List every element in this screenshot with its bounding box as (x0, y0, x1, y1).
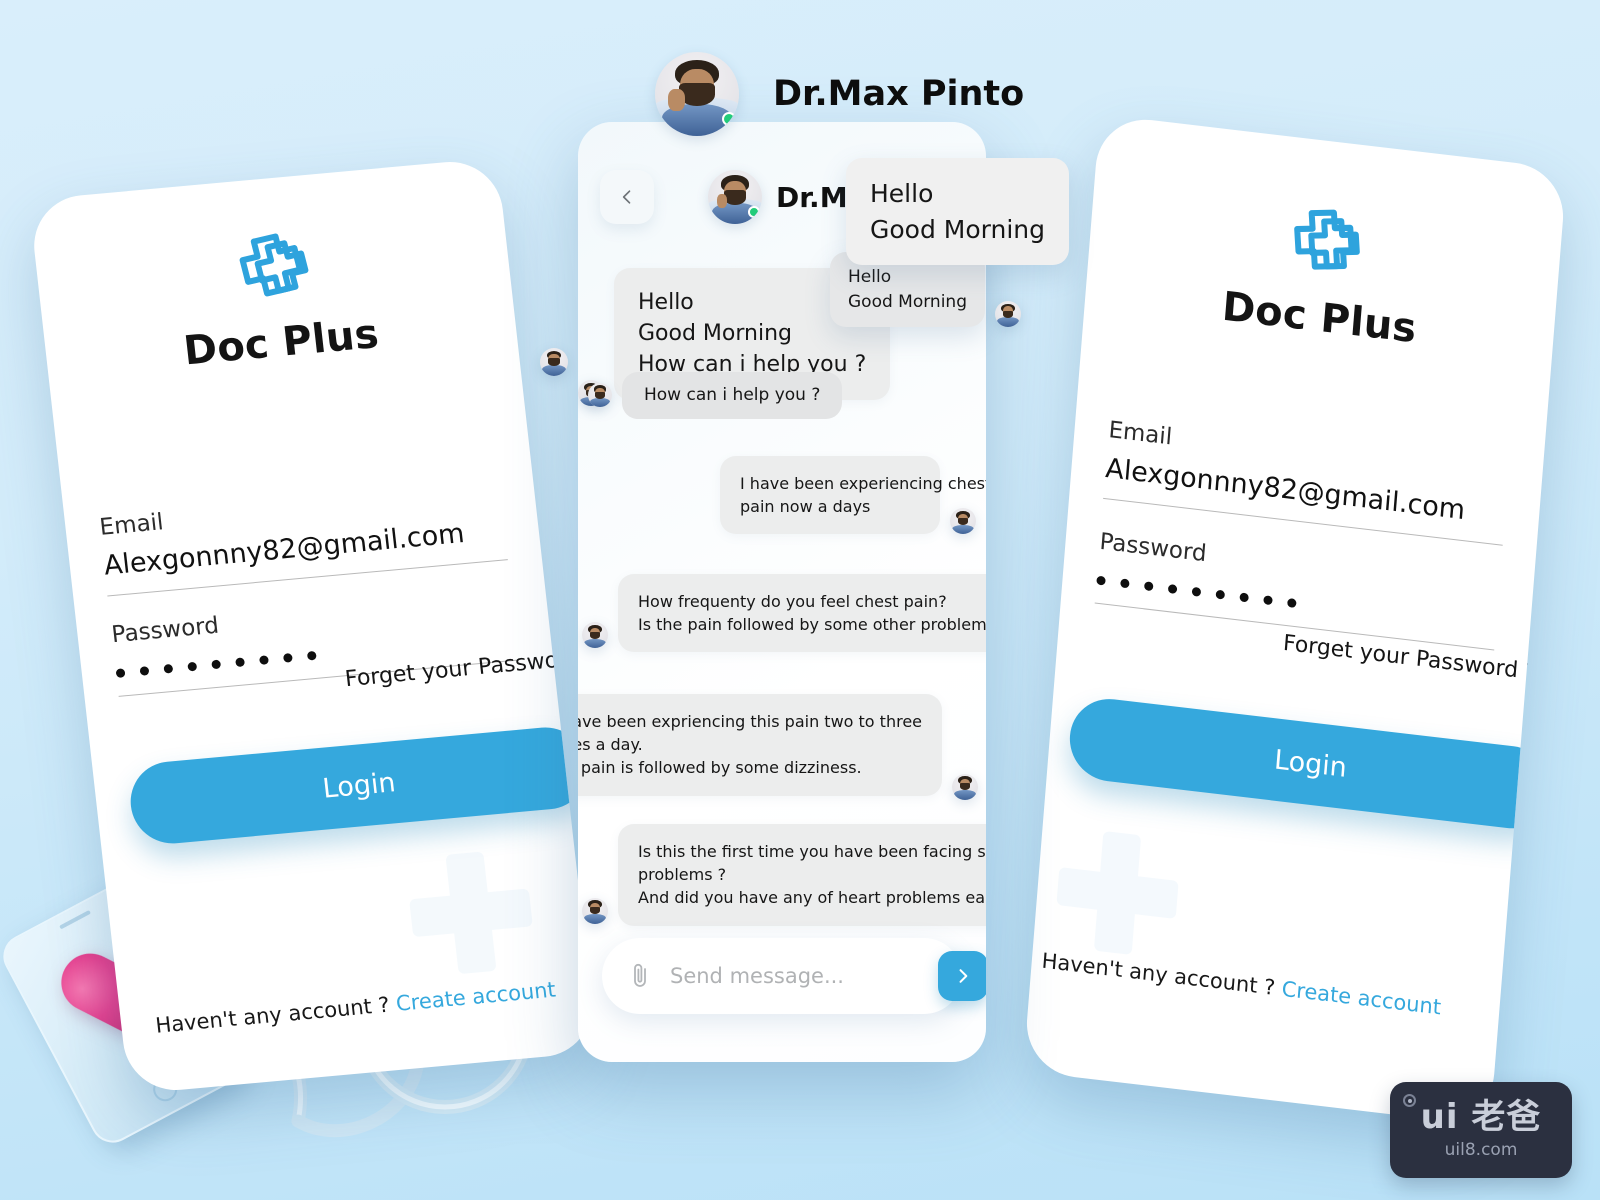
back-button[interactable] (600, 170, 654, 224)
signup-row: Haven't any account ? Create account (154, 974, 591, 1037)
message-line: How can i help you ? (644, 385, 821, 405)
floating-contact-name: Dr.Max Pinto (773, 74, 1025, 114)
doctor-avatar-small (540, 348, 568, 376)
email-field-group[interactable]: Email Alexgonnny82@gmail.com (1103, 417, 1509, 546)
signup-row: Haven't any account ? Create account (1041, 949, 1500, 1027)
login-screen-left: Doc Plus Email Alexgonnny82@gmail.com Pa… (28, 157, 598, 1095)
doctor-avatar-small (582, 897, 608, 924)
message-line: Good Morning (870, 214, 1045, 244)
brand-logo-block-right: Doc Plus (1084, 172, 1562, 368)
create-account-link[interactable]: Create account (395, 977, 557, 1015)
watermark-title: ui 老爸 (1420, 1097, 1542, 1137)
message-row: I have been experiencing chest pain now … (720, 456, 986, 535)
message-row: Is this the first time you have been fac… (582, 824, 986, 926)
patient-avatar-small (950, 508, 976, 535)
paperclip-icon[interactable] (628, 962, 652, 990)
message-line: pain now a days (740, 497, 871, 517)
message-line: The pain is followed by some dizziness. (578, 758, 862, 778)
message-line: times a day. (578, 735, 643, 755)
message-input[interactable] (670, 964, 938, 988)
message-list[interactable]: Hello Good Morning How can i help you ? … (578, 242, 986, 950)
overlay-bubble-help-small: How can i help you ? (588, 372, 843, 419)
message-row: How frequenty do you feel chest pain? Is… (582, 574, 986, 653)
message-line: How frequenty do you feel chest pain? (638, 592, 947, 611)
message-line: Is this the first time you have been fac… (638, 842, 986, 861)
login-button[interactable]: Login (126, 723, 592, 847)
message-line: Hello (870, 179, 934, 208)
watermark-url: uil8.com (1444, 1140, 1518, 1160)
online-status-dot (721, 111, 736, 126)
message-bubble: I have been experiencing chest pain now … (720, 456, 986, 535)
patient-avatar-small (952, 773, 978, 800)
message-line: It have been expriencing this pain two t… (578, 712, 922, 731)
create-account-link[interactable]: Create account (1281, 977, 1442, 1020)
message-line: Good Morning (848, 291, 967, 312)
signup-prompt: Haven't any account ? (154, 992, 391, 1038)
cross-watermark (404, 848, 537, 978)
message-line: I have been experiencing chest (740, 474, 986, 493)
brand-logo-block: Doc Plus (34, 203, 518, 387)
floating-chat-header: Dr.Max Pinto (655, 52, 1024, 136)
message-bubble: Is this the first time you have been fac… (618, 824, 986, 926)
send-button[interactable] (938, 951, 986, 1001)
message-line: problems ? (638, 865, 727, 885)
watermark-dot-icon (1403, 1094, 1416, 1107)
online-status-dot (747, 205, 760, 218)
doctor-avatar-large[interactable] (655, 52, 739, 136)
message-line: Is the pain followed by some other probl… (638, 615, 986, 635)
message-bubble: It have been expriencing this pain two t… (578, 694, 942, 796)
login-button[interactable]: Login (1066, 694, 1555, 833)
login-screen-right: Doc Plus Email Alexgonnny82@gmail.com Pa… (1022, 114, 1568, 1126)
chevron-right-icon (959, 969, 968, 983)
patient-avatar-small (995, 301, 1021, 328)
brand-name: Doc Plus (1220, 283, 1419, 353)
message-row: It have been expriencing this pain two t… (578, 694, 978, 800)
email-field-group[interactable]: Email Alexgonnny82@gmail.com (98, 479, 508, 597)
brand-name: Doc Plus (181, 311, 382, 375)
chevron-left-icon (622, 190, 631, 204)
message-bubble: How frequenty do you feel chest pain? Is… (618, 574, 986, 653)
overlay-bubble-hello-large: Hello Good Morning (846, 158, 1069, 265)
doc-plus-logo-icon (225, 221, 320, 314)
doctor-avatar[interactable] (708, 170, 762, 224)
doc-plus-logo-icon (1279, 194, 1371, 290)
message-line: Hello (848, 267, 892, 287)
doctor-avatar-small (582, 622, 608, 649)
doctor-avatar-small (588, 383, 612, 408)
message-composer[interactable] (602, 938, 986, 1014)
site-watermark: ui 老爸 uil8.com (1390, 1082, 1572, 1178)
cross-watermark (1053, 826, 1182, 960)
canvas: Doc Plus Email Alexgonnny82@gmail.com Pa… (0, 0, 1600, 1200)
message-line: And did you have any of heart problems e… (638, 888, 986, 908)
